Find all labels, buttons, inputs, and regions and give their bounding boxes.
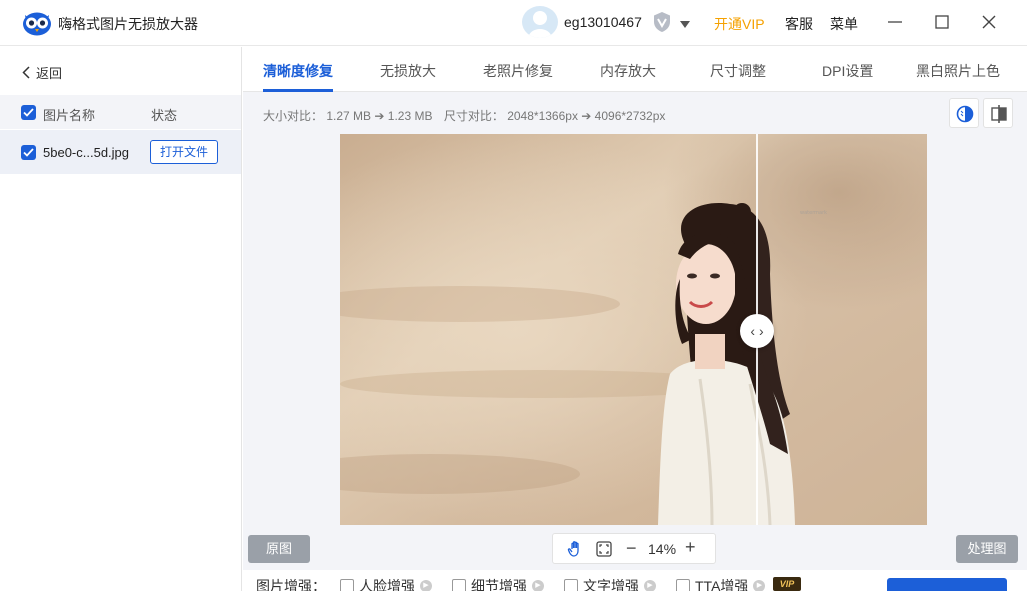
upgrade-vip-link[interactable]: 开通VIP <box>714 14 765 34</box>
tta-enhance-checkbox[interactable] <box>676 579 690 591</box>
file-list-item[interactable]: 5be0-c...5d.jpg 打开文件 <box>0 130 241 174</box>
file-name: 5be0-c...5d.jpg <box>43 145 130 160</box>
split-view-button[interactable] <box>983 98 1013 128</box>
main-panel: 清晰度修复 无损放大 老照片修复 内存放大 尺寸调整 DPI设置 黑白照片上色 … <box>243 47 1027 591</box>
compare-mode-button[interactable] <box>949 98 979 128</box>
dim-from: 2048*1366px <box>507 109 578 123</box>
play-icon[interactable]: ▶ <box>532 580 544 591</box>
compare-info: 大小对比： 1.27 MB ➔ 1.23 MB 尺寸对比： 2048*1366p… <box>263 107 665 124</box>
minimize-icon[interactable] <box>885 12 905 32</box>
half-circle-icon <box>956 105 974 123</box>
compare-slider-handle[interactable]: ‹ › <box>740 314 774 348</box>
enhance-options-bar: 图片增强： 人脸增强 ▶ 细节增强 ▶ 文字增强 ▶ TTA增强 ▶ VIP <box>243 570 1027 591</box>
shield-badge-icon <box>652 11 672 33</box>
file-sidebar: 返回 图片名称 状态 5be0-c...5d.jpg 打开文件 <box>0 47 242 591</box>
zoom-level: 14% <box>648 541 677 557</box>
play-icon[interactable]: ▶ <box>420 580 432 591</box>
tta-enhance-label: TTA增强 <box>695 578 749 591</box>
dim-compare-label: 尺寸对比： <box>443 109 504 123</box>
face-enhance-label: 人脸增强 <box>359 578 415 591</box>
app-title: 嗨格式图片无损放大器 <box>58 16 198 32</box>
column-header-status: 状态 <box>151 108 178 123</box>
function-tabs: 清晰度修复 无损放大 老照片修复 内存放大 尺寸调整 DPI设置 黑白照片上色 <box>243 47 1027 92</box>
text-enhance-checkbox[interactable] <box>564 579 578 591</box>
zoom-out-button[interactable]: − <box>626 538 637 559</box>
split-view-icon <box>991 105 1007 123</box>
size-to: 1.23 MB <box>387 109 433 123</box>
menu-link[interactable]: 菜单 <box>830 14 858 34</box>
tab-colorize[interactable]: 黑白照片上色 <box>916 61 1000 81</box>
play-icon[interactable]: ▶ <box>644 580 656 591</box>
detail-enhance-option[interactable]: 细节增强 ▶ <box>452 576 544 591</box>
close-icon[interactable] <box>979 12 999 32</box>
tab-memory-enlarge[interactable]: 内存放大 <box>600 61 656 81</box>
processed-image-button[interactable]: 处理图 <box>956 535 1018 563</box>
chevron-left-icon <box>22 66 30 79</box>
arrow-right-icon: ➔ <box>374 109 388 123</box>
app-logo-icon <box>22 9 52 36</box>
image-compare-preview[interactable]: watermark ‹ › <box>340 134 927 525</box>
enhance-label: 图片增强： <box>256 578 326 591</box>
maximize-icon[interactable] <box>932 12 952 32</box>
size-from: 1.27 MB <box>326 109 372 123</box>
tab-clarity-repair[interactable]: 清晰度修复 <box>263 61 333 81</box>
chevron-down-icon[interactable] <box>680 17 690 28</box>
back-button[interactable]: 返回 <box>22 63 62 82</box>
file-list-header: 图片名称 状态 <box>0 95 241 129</box>
svg-text:watermark: watermark <box>800 210 827 216</box>
title-bar: 嗨格式图片无损放大器 eg13010467 开通VIP 客服 菜单 <box>0 0 1027 46</box>
dim-to: 4096*2732px <box>594 109 666 123</box>
tta-enhance-option[interactable]: TTA增强 ▶ <box>676 576 766 591</box>
left-right-arrows-icon: ‹ › <box>750 323 764 339</box>
tab-size-adjust[interactable]: 尺寸调整 <box>710 61 766 81</box>
original-image-button[interactable]: 原图 <box>248 535 310 563</box>
preview-photo: watermark <box>340 134 927 525</box>
detail-enhance-checkbox[interactable] <box>452 579 466 591</box>
text-enhance-label: 文字增强 <box>583 578 639 591</box>
tab-lossless-upscale[interactable]: 无损放大 <box>380 61 436 81</box>
zoom-toolbar: − 14% + <box>552 533 716 564</box>
zoom-in-button[interactable]: + <box>685 537 696 558</box>
detail-enhance-label: 细节增强 <box>471 578 527 591</box>
user-avatar[interactable] <box>522 6 558 38</box>
fit-screen-icon[interactable] <box>595 540 613 558</box>
start-process-button[interactable] <box>887 578 1007 591</box>
customer-service-link[interactable]: 客服 <box>785 14 813 34</box>
back-label: 返回 <box>36 66 63 81</box>
tab-old-photo-repair[interactable]: 老照片修复 <box>483 61 553 81</box>
username[interactable]: eg13010467 <box>564 14 642 30</box>
tab-dpi-settings[interactable]: DPI设置 <box>822 61 873 81</box>
size-compare-label: 大小对比： <box>263 109 324 123</box>
face-enhance-checkbox[interactable] <box>340 579 354 591</box>
active-tab-indicator <box>263 89 333 92</box>
hand-pan-icon[interactable] <box>567 540 585 558</box>
arrow-right-icon: ➔ <box>581 109 595 123</box>
vip-badge: VIP <box>773 577 801 591</box>
play-icon[interactable]: ▶ <box>753 580 766 591</box>
column-header-name: 图片名称 <box>43 108 96 123</box>
face-enhance-option[interactable]: 人脸增强 ▶ <box>340 576 432 591</box>
select-all-checkbox[interactable] <box>21 105 36 120</box>
open-file-button[interactable]: 打开文件 <box>150 140 218 164</box>
text-enhance-option[interactable]: 文字增强 ▶ <box>564 576 656 591</box>
file-checkbox[interactable] <box>21 145 36 160</box>
